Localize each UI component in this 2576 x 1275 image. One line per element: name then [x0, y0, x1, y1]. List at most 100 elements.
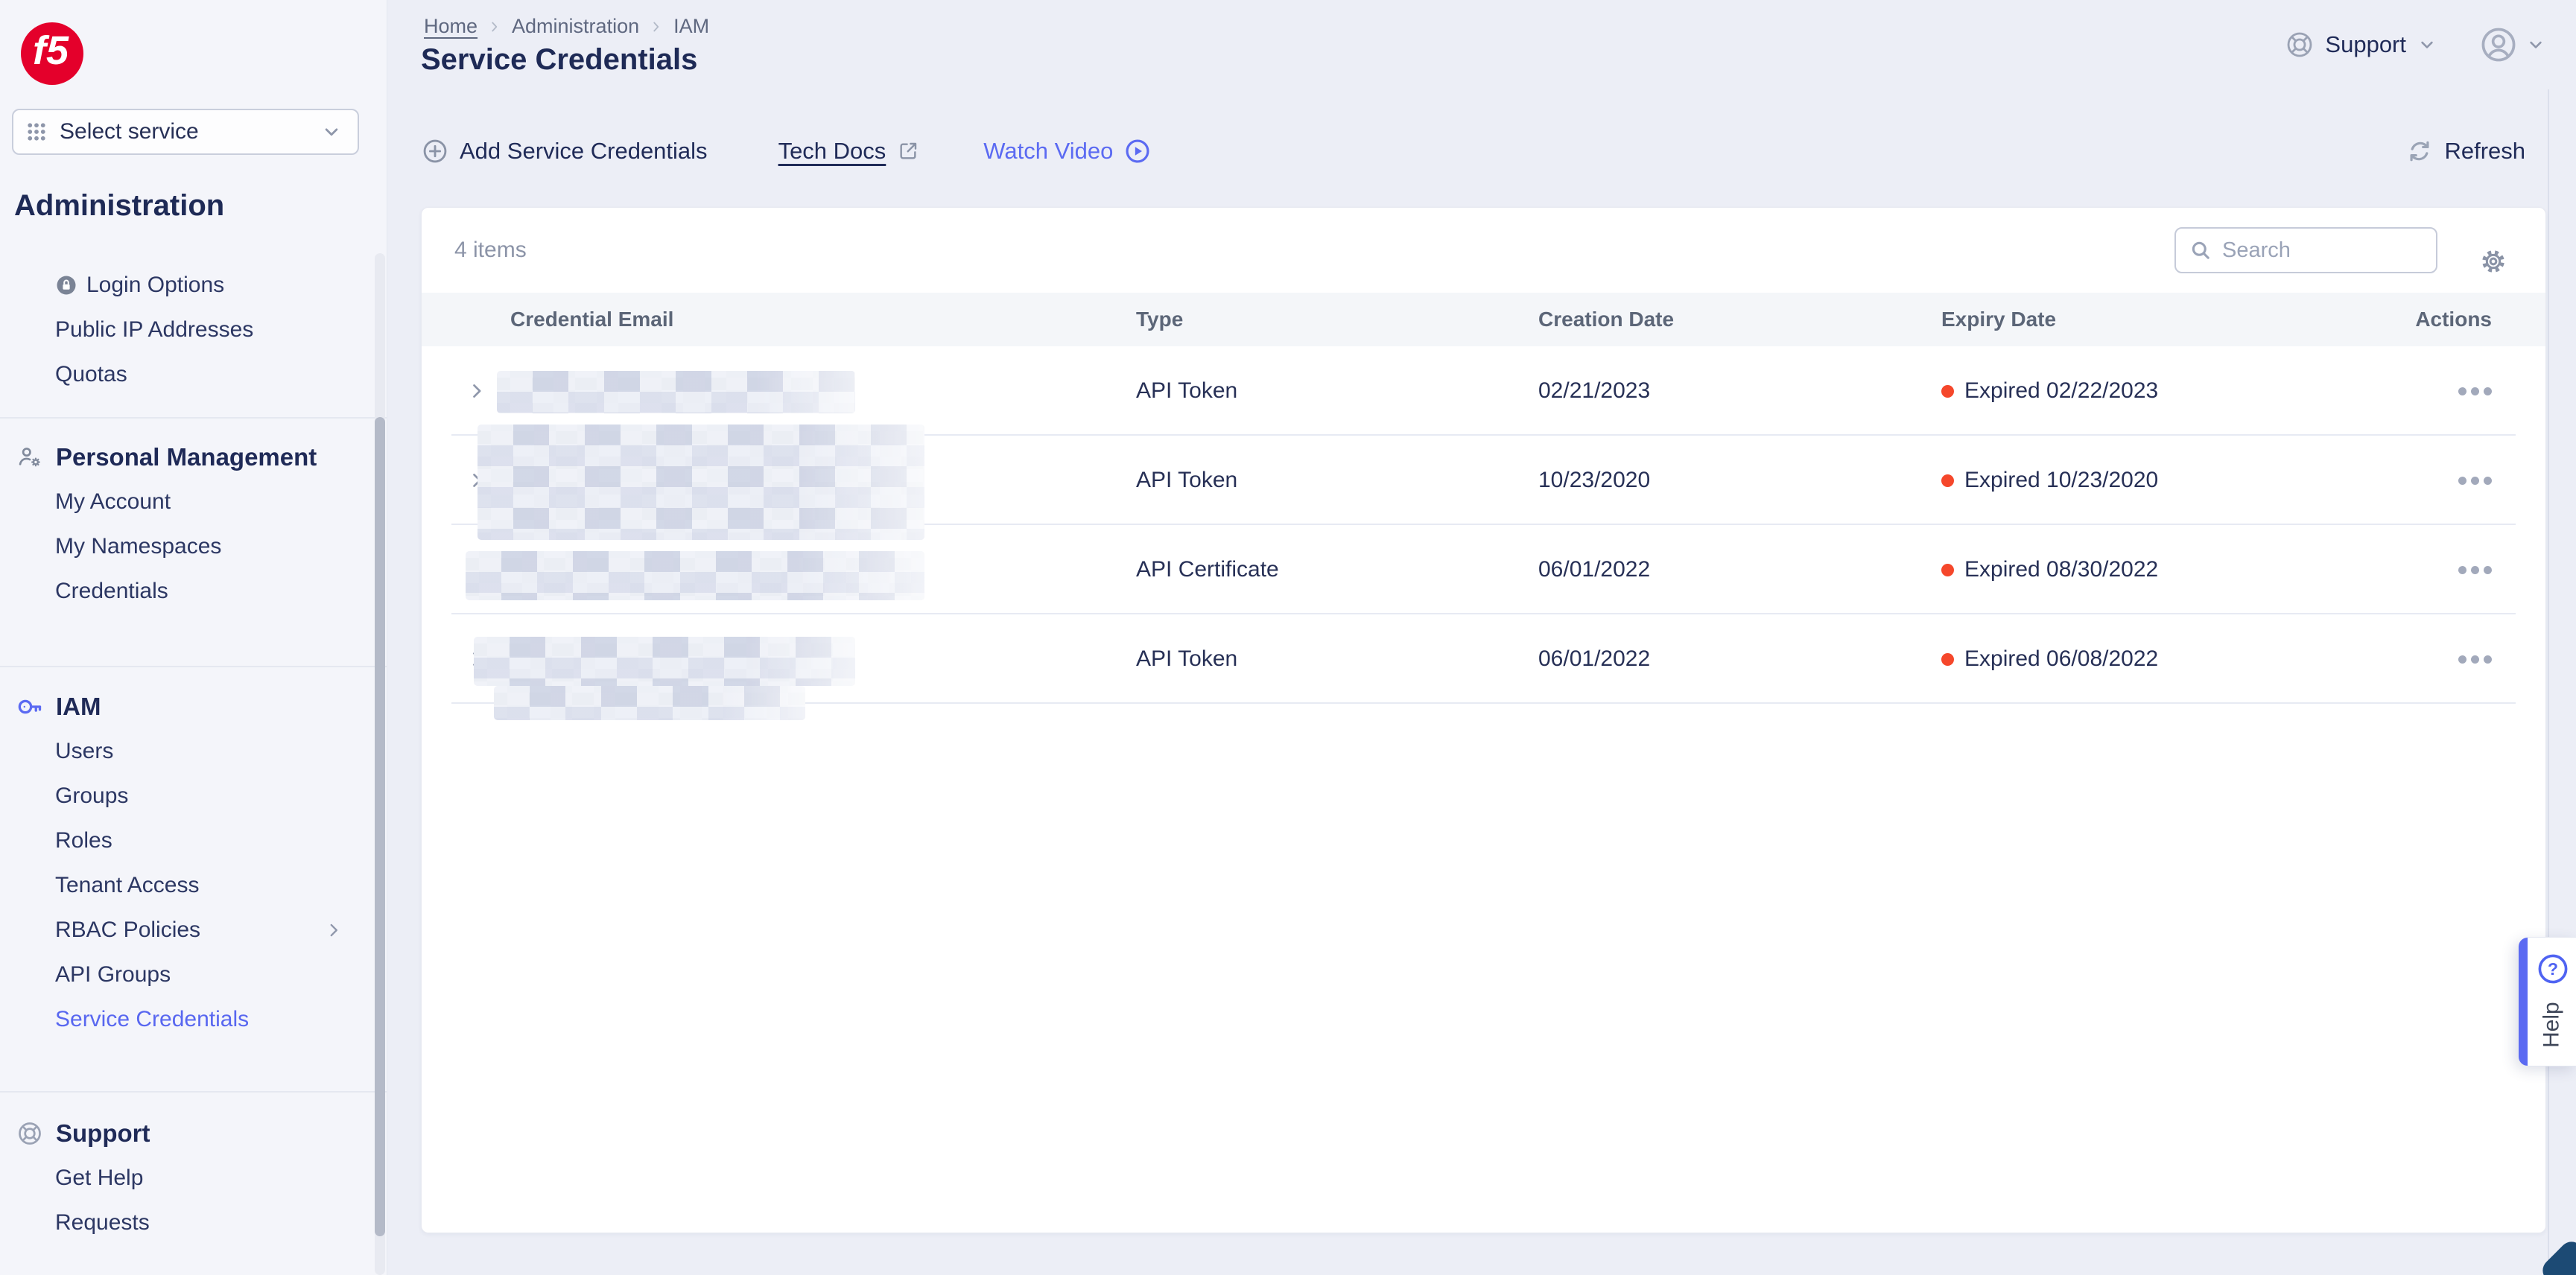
svg-text:?: ? — [2548, 959, 2558, 979]
table-settings-gear-icon[interactable] — [2478, 247, 2508, 276]
support-label: Support — [2325, 31, 2406, 57]
section-header-personal-management: Personal Management — [0, 435, 387, 480]
expired-status-icon — [1941, 384, 1954, 398]
life-ring-icon — [2285, 30, 2315, 60]
cell-type: API Token — [1136, 646, 1238, 671]
column-header-creation-date[interactable]: Creation Date — [1538, 308, 1941, 331]
expired-status-icon — [1941, 652, 1954, 666]
topbar: Home Administration IAM Service Credenti… — [387, 0, 2576, 89]
sidebar-item-label: Login Options — [86, 273, 225, 297]
sidebar-item-get-help[interactable]: Get Help — [0, 1156, 387, 1201]
column-header-actions: Actions — [2415, 308, 2492, 331]
sidebar-item-credentials[interactable]: Credentials — [0, 569, 387, 614]
cell-expiry-date: Expired 10/23/2020 — [1941, 468, 2398, 493]
sidebar-item-requests[interactable]: Requests — [0, 1201, 387, 1245]
section-header-support: Support — [0, 1111, 387, 1156]
expiry-label: Expired 08/30/2022 — [1964, 557, 2159, 582]
key-icon — [16, 693, 43, 720]
sidebar-section-iam: IAM Users Groups Roles Tenant Access RBA… — [0, 666, 387, 1091]
sidebar-item-public-ip-addresses[interactable]: Public IP Addresses — [0, 308, 387, 352]
breadcrumb-iam: IAM — [673, 15, 710, 37]
add-service-credentials-button[interactable]: Add Service Credentials — [421, 137, 708, 165]
search-input[interactable] — [2222, 238, 2416, 263]
sidebar-item-my-namespaces[interactable]: My Namespaces — [0, 524, 387, 569]
sidebar-item-label: Get Help — [55, 1166, 144, 1190]
help-tab-label: Help — [2539, 1002, 2564, 1048]
row-actions-menu-button[interactable] — [2458, 565, 2545, 574]
select-service-dropdown[interactable]: Select service — [12, 109, 359, 155]
help-tab-accent-bar — [2519, 938, 2528, 1066]
table-toolbar: 4 items — [422, 208, 2545, 293]
sidebar-item-label: Quotas — [55, 362, 127, 387]
column-header-type[interactable]: Type — [1136, 308, 1538, 331]
external-link-icon — [896, 139, 920, 163]
sidebar-item-service-credentials[interactable]: Service Credentials — [0, 997, 387, 1042]
section-header-label: Personal Management — [56, 443, 317, 471]
sidebar-item-quotas[interactable]: Quotas — [0, 352, 387, 397]
breadcrumb: Home Administration IAM — [424, 15, 709, 38]
breadcrumb-home-link[interactable]: Home — [424, 15, 478, 38]
sidebar-item-tenant-access[interactable]: Tenant Access — [0, 863, 387, 908]
refresh-button[interactable]: Refresh — [2405, 137, 2525, 165]
sidebar-item-rbac-policies[interactable]: RBAC Policies — [0, 908, 387, 953]
sidebar-item-label: Roles — [55, 828, 112, 853]
row-expand-chevron-icon[interactable] — [466, 381, 487, 401]
sidebar-item-login-options[interactable]: Login Options — [0, 263, 387, 308]
sidebar-item-label: Groups — [55, 783, 129, 808]
sidebar-item-label: Credentials — [55, 579, 168, 603]
f5-logo: f5 — [21, 22, 83, 85]
redacted-email — [478, 425, 924, 540]
sidebar-item-my-account[interactable]: My Account — [0, 480, 387, 524]
refresh-label: Refresh — [2444, 138, 2525, 164]
watch-video-link[interactable]: Watch Video — [983, 137, 1152, 165]
tech-docs-link[interactable]: Tech Docs — [778, 138, 921, 165]
search-icon — [2188, 238, 2213, 263]
page-title: Service Credentials — [421, 43, 698, 76]
sidebar-item-label: Users — [55, 739, 114, 763]
chevron-right-icon — [486, 19, 503, 35]
sidebar-section-admin: Login Options Public IP Addresses Quotas — [0, 252, 387, 417]
column-header-expiry-date[interactable]: Expiry Date — [1941, 308, 2398, 331]
redacted-email — [466, 551, 924, 600]
help-tab[interactable]: ? Help — [2518, 937, 2576, 1066]
table-row: API Token 02/21/2023 Expired 02/22/2023 — [422, 346, 2545, 436]
sidebar-item-users[interactable]: Users — [0, 729, 387, 774]
service-credentials-table-card: 4 items Credential Email Type — [421, 207, 2546, 1233]
row-actions-menu-button[interactable] — [2458, 655, 2545, 664]
chevron-right-icon — [324, 921, 343, 940]
redacted-email — [474, 637, 855, 686]
refresh-icon — [2405, 137, 2434, 165]
sidebar-item-roles[interactable]: Roles — [0, 818, 387, 863]
column-header-credential-email[interactable]: Credential Email — [510, 308, 1136, 331]
cell-expiry-date: Expired 08/30/2022 — [1941, 557, 2398, 582]
expiry-label: Expired 06/08/2022 — [1964, 646, 2159, 671]
sidebar-item-label: Tenant Access — [55, 873, 200, 897]
section-header-label: IAM — [56, 693, 101, 720]
cell-type: API Token — [1136, 468, 1238, 492]
sidebar-menu: Login Options Public IP Addresses Quotas — [0, 252, 387, 1245]
table-row: API Token 06/01/2022 Expired 06/08/2022 — [422, 614, 2545, 720]
sidebar-item-api-groups[interactable]: API Groups — [0, 953, 387, 997]
cell-type: API Certificate — [1136, 557, 1279, 582]
support-menu-button[interactable]: Support — [2285, 30, 2437, 60]
redacted-email — [494, 686, 805, 720]
play-circle-icon — [1123, 137, 1152, 165]
right-panel-divider — [2548, 89, 2549, 1275]
sidebar-item-label: Public IP Addresses — [55, 317, 254, 342]
sidebar-section-support: Support Get Help Requests — [0, 1091, 387, 1245]
life-ring-icon — [16, 1120, 43, 1147]
chevron-right-icon — [648, 19, 664, 35]
row-actions-menu-button[interactable] — [2458, 387, 2545, 395]
expired-status-icon — [1941, 474, 1954, 487]
row-actions-menu-button[interactable] — [2458, 476, 2545, 485]
user-account-button[interactable] — [2479, 25, 2546, 64]
sidebar-scrollbar-thumb[interactable] — [375, 417, 385, 1236]
cell-expiry-date: Expired 06/08/2022 — [1941, 646, 2398, 672]
expiry-label: Expired 02/22/2023 — [1964, 378, 2159, 403]
topbar-right: Support — [2285, 21, 2546, 69]
select-service-label: Select service — [60, 119, 199, 144]
sidebar-item-groups[interactable]: Groups — [0, 774, 387, 818]
help-question-icon: ? — [2537, 953, 2569, 985]
breadcrumb-administration[interactable]: Administration — [512, 15, 639, 38]
grid-icon — [25, 121, 48, 143]
